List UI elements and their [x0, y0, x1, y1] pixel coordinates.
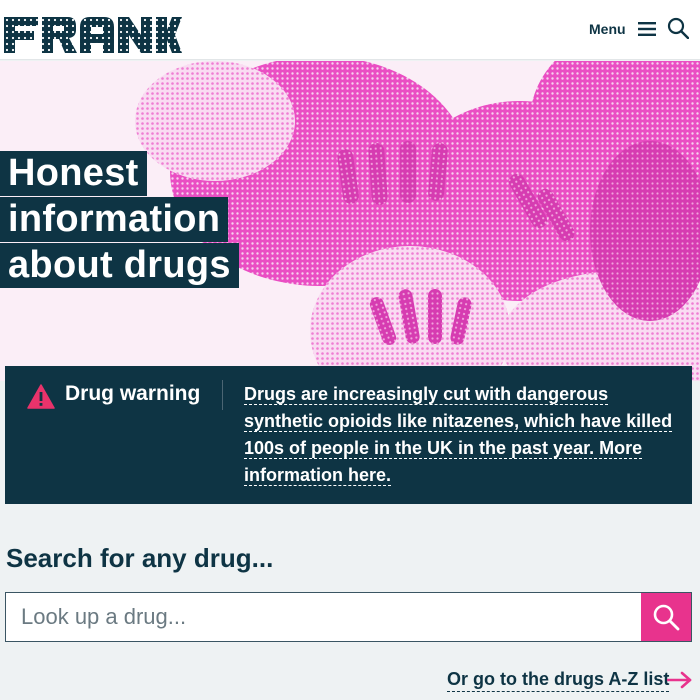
- hero-banner: Honest information about drugs: [0, 61, 700, 381]
- search-icon: [653, 604, 680, 631]
- site-header: Menu: [0, 0, 700, 60]
- warning-link[interactable]: Drugs are increasingly cut with dangerou…: [244, 384, 673, 486]
- warning-message: Drugs are increasingly cut with dangerou…: [244, 381, 674, 489]
- drug-search-form: [5, 592, 692, 642]
- drug-search-input[interactable]: [6, 593, 642, 641]
- search-icon[interactable]: [667, 17, 689, 39]
- arrow-right-icon[interactable]: [667, 671, 693, 689]
- hero-title-line: about drugs: [0, 243, 239, 288]
- hamburger-icon: [637, 22, 656, 36]
- hero-title: Honest information about drugs: [0, 151, 239, 289]
- search-submit-button[interactable]: [641, 593, 691, 641]
- drugs-az-link[interactable]: Or go to the drugs A-Z list: [447, 667, 670, 692]
- drug-warning-banner: Drug warning Drugs are increasingly cut …: [5, 366, 692, 504]
- search-heading: Search for any drug...: [6, 543, 274, 573]
- warning-title: Drug warning: [65, 382, 201, 405]
- warning-divider: [222, 380, 223, 410]
- menu-label: Menu: [589, 21, 626, 37]
- warning-triangle-icon: [27, 384, 55, 409]
- hero-title-line: Honest: [0, 151, 147, 196]
- hero-title-line: information: [0, 197, 229, 242]
- menu-button[interactable]: Menu: [589, 18, 656, 40]
- frank-logo[interactable]: [4, 17, 182, 53]
